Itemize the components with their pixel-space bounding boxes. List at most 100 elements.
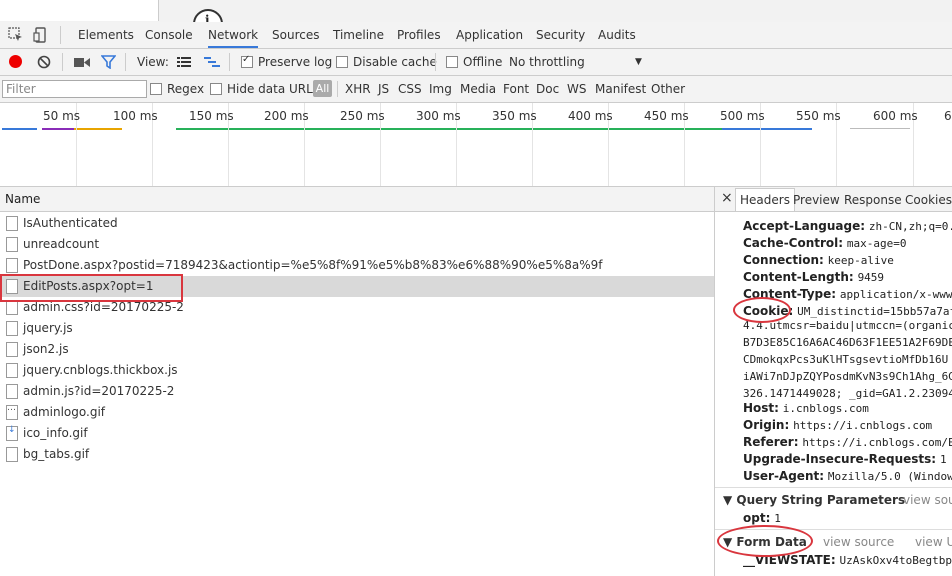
tab-network[interactable]: Network xyxy=(208,22,259,48)
param-value: UzAskOxv4toBegtbp8a xyxy=(839,554,952,567)
param-value: 1 xyxy=(774,512,781,525)
table-row[interactable]: jquery.cnblogs.thickbox.js xyxy=(0,360,714,381)
timeline-bar xyxy=(176,128,761,130)
request-header: Connection: keep-alive xyxy=(743,253,894,267)
tab-response[interactable]: Response xyxy=(844,193,902,207)
timeline-tick-label: 300 ms xyxy=(416,109,461,123)
type-filter-img[interactable]: Img xyxy=(429,82,452,96)
type-filter-xhr[interactable]: XHR xyxy=(345,82,371,96)
request-header: Origin: https://i.cnblogs.com xyxy=(743,418,932,432)
image-file-icon: … xyxy=(6,403,18,420)
tab-sources[interactable]: Sources xyxy=(272,22,319,48)
query-string-section[interactable]: ▼ Query String Parameters xyxy=(723,493,905,507)
tab-preview[interactable]: Preview xyxy=(793,193,840,207)
request-header: Referer: https://i.cnblogs.com/Ed xyxy=(743,435,952,449)
table-row[interactable]: admin.js?id=20170225-2 xyxy=(0,381,714,402)
separator xyxy=(337,81,338,97)
view-url-encoded-link[interactable]: view UI xyxy=(915,535,952,549)
record-button[interactable] xyxy=(9,55,22,68)
network-toolbar: View: Preserve log Disable cache Offline… xyxy=(0,49,952,76)
type-filter-css[interactable]: CSS xyxy=(398,82,422,96)
timeline-tick-label: 600 ms xyxy=(873,109,918,123)
tab-application[interactable]: Application xyxy=(456,22,523,48)
timeline-tick-label: 100 ms xyxy=(113,109,158,123)
waterfall-overview-icon[interactable] xyxy=(204,56,220,68)
type-filter-doc[interactable]: Doc xyxy=(536,82,559,96)
header-value: keep-alive xyxy=(827,254,894,267)
tab-audits[interactable]: Audits xyxy=(598,22,636,48)
request-name: admin.css?id=20170225-2 xyxy=(23,300,184,314)
preserve-log-label: Preserve log xyxy=(258,55,333,69)
separator xyxy=(125,53,126,71)
type-filter-ws[interactable]: WS xyxy=(567,82,586,96)
disable-cache-checkbox[interactable] xyxy=(336,56,348,68)
table-row[interactable]: bg_tabs.gif xyxy=(0,444,714,465)
header-key: Cache-Control: xyxy=(743,236,844,250)
table-row[interactable]: IsAuthenticated xyxy=(0,213,714,234)
name-column-header[interactable]: Name xyxy=(5,192,40,206)
document-icon xyxy=(6,342,18,357)
table-row[interactable]: json2.js xyxy=(0,339,714,360)
timeline-bar xyxy=(74,128,122,130)
view-label: View: xyxy=(137,55,169,69)
offline-checkbox[interactable] xyxy=(446,56,458,68)
tab-headers[interactable]: Headers xyxy=(735,188,795,211)
document-icon xyxy=(6,384,18,399)
request-list-header[interactable]: Name xyxy=(0,187,714,212)
timeline-bar xyxy=(850,128,910,129)
tab-cookies[interactable]: Cookies xyxy=(905,193,952,207)
request-header: Host: i.cnblogs.com xyxy=(743,401,869,415)
chevron-down-icon[interactable]: ▼ xyxy=(635,57,642,67)
request-name: IsAuthenticated xyxy=(23,216,118,230)
tab-profiles[interactable]: Profiles xyxy=(397,22,441,48)
throttling-select[interactable]: No throttling xyxy=(509,55,585,69)
filter-funnel-icon[interactable] xyxy=(101,55,116,69)
inspect-element-icon[interactable] xyxy=(8,27,24,43)
details-tabs: × Headers Preview Response Cookies xyxy=(715,187,952,212)
filter-input[interactable] xyxy=(2,80,147,98)
table-row[interactable]: ↓ ico_info.gif xyxy=(0,423,714,444)
type-filter-font[interactable]: Font xyxy=(503,82,529,96)
tab-security[interactable]: Security xyxy=(536,22,585,48)
clear-icon[interactable] xyxy=(37,55,51,69)
cookie-continuation: iAWi7nDJpZQYPosdmKvN3s9Ch1Ahg_6G xyxy=(743,370,952,383)
video-camera-icon[interactable] xyxy=(74,57,90,68)
request-header: Cache-Control: max-age=0 xyxy=(743,236,907,250)
device-mode-icon[interactable] xyxy=(33,27,49,43)
request-name: admin.js?id=20170225-2 xyxy=(23,384,175,398)
view-source-link[interactable]: view sour xyxy=(903,493,952,507)
header-key: User-Agent: xyxy=(743,469,825,483)
document-icon xyxy=(6,216,18,231)
type-filter-js[interactable]: JS xyxy=(378,82,389,96)
query-param: opt: 1 xyxy=(743,511,781,525)
request-name: json2.js xyxy=(23,342,69,356)
type-filter-media[interactable]: Media xyxy=(460,82,496,96)
type-filter-other[interactable]: Other xyxy=(651,82,685,96)
table-row[interactable]: … adminlogo.gif xyxy=(0,402,714,423)
table-row[interactable]: unreadcount xyxy=(0,234,714,255)
header-key: Accept-Language: xyxy=(743,219,866,233)
close-icon[interactable]: × xyxy=(721,190,733,206)
devtools-tabs-bar: Elements Console Network Sources Timeline Pro… xyxy=(0,22,952,49)
preserve-log-checkbox[interactable] xyxy=(241,54,253,68)
request-name: jquery.cnblogs.thickbox.js xyxy=(23,363,178,377)
tab-elements[interactable]: Elements xyxy=(78,22,134,48)
timeline-tick-label: 50 ms xyxy=(43,109,81,123)
tab-timeline[interactable]: Timeline xyxy=(333,22,384,48)
type-filter-all[interactable]: All xyxy=(313,80,332,97)
regex-checkbox[interactable] xyxy=(150,83,162,95)
view-source-link[interactable]: view source xyxy=(823,535,894,549)
type-filter-manifest[interactable]: Manifest xyxy=(595,82,646,96)
table-row[interactable]: jquery.js xyxy=(0,318,714,339)
hide-data-urls-checkbox[interactable] xyxy=(210,83,222,95)
separator xyxy=(229,53,230,71)
timeline-bar xyxy=(2,128,37,130)
filter-bar: Regex Hide data URLs All XHR JS CSS Img Medi… xyxy=(0,76,952,103)
header-value: i.cnblogs.com xyxy=(782,402,869,415)
separator xyxy=(62,53,63,71)
request-header: Content-Length: 9459 xyxy=(743,270,884,284)
large-rows-icon[interactable] xyxy=(177,57,191,67)
timeline-bar xyxy=(42,128,77,130)
tab-console[interactable]: Console xyxy=(145,22,193,48)
table-row[interactable]: PostDone.aspx?postid=7189423&actiontip=%… xyxy=(0,255,714,276)
